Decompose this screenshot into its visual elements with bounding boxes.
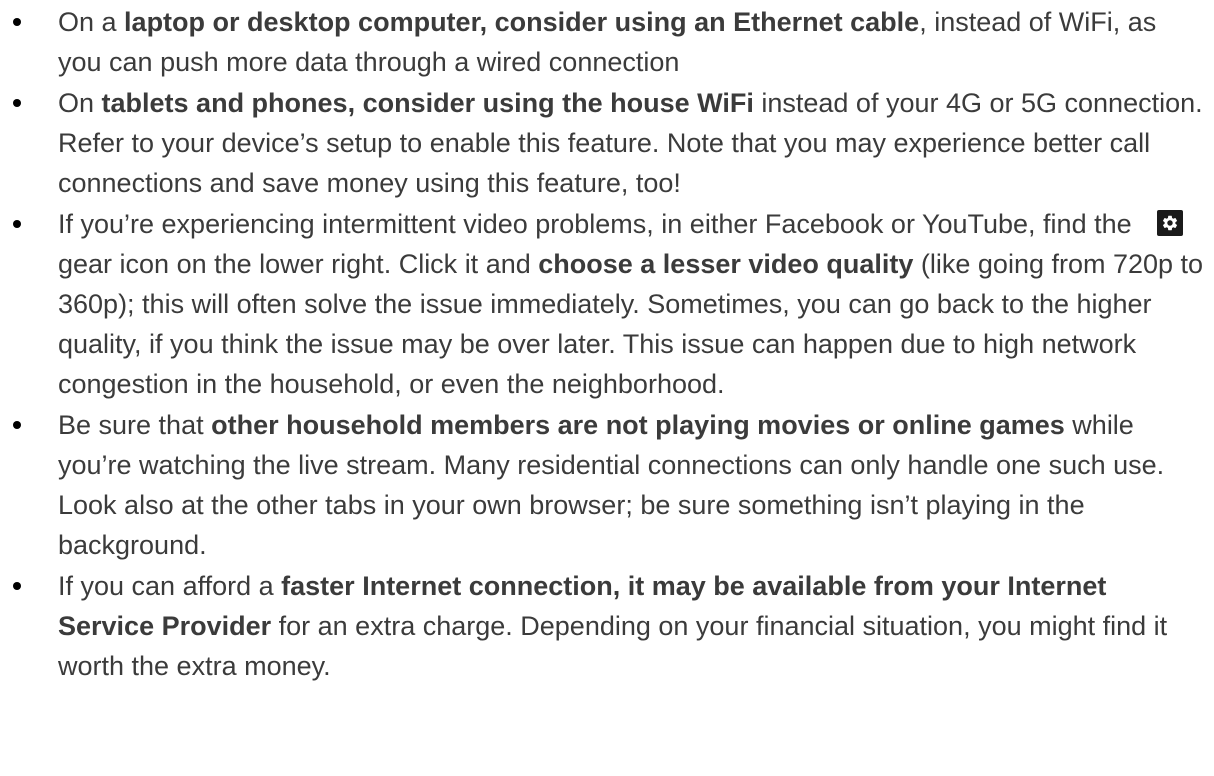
text-run: On (58, 88, 102, 118)
text-run: On a (58, 7, 125, 37)
list-item-text: Be sure that other household members are… (58, 405, 1204, 565)
bullet-dot-icon (13, 421, 21, 429)
bullet-dot-icon (13, 18, 21, 26)
tips-bullet-list: On a laptop or desktop computer, conside… (0, 0, 1214, 686)
gear-icon (1156, 210, 1183, 236)
bold-text-run: choose a lesser video quality (538, 249, 914, 279)
bullet-dot-icon (13, 582, 21, 590)
text-run: gear icon on the lower right. Click it a… (58, 249, 539, 279)
bullet-dot-icon (13, 220, 21, 228)
list-item-text: If you can afford a faster Internet conn… (58, 566, 1204, 686)
list-item-text: On a laptop or desktop computer, conside… (58, 2, 1204, 82)
list-item-text: If you’re experiencing intermittent vide… (58, 204, 1204, 404)
text-run: If you’re experiencing intermittent vide… (58, 209, 1132, 239)
bold-text-run: other household members are not playing … (211, 410, 1065, 440)
list-item-faster-connection-tip: If you can afford a faster Internet conn… (0, 566, 1214, 686)
list-item-wifi-tip: On tablets and phones, consider using th… (0, 83, 1214, 203)
text-run: If you can afford a (58, 571, 282, 601)
document-page: On a laptop or desktop computer, conside… (0, 0, 1214, 776)
gear-icon-glyph (1162, 215, 1177, 231)
bullet-dot-icon (13, 99, 21, 107)
text-run: Be sure that (58, 410, 212, 440)
list-item-ethernet-tip: On a laptop or desktop computer, conside… (0, 2, 1214, 82)
list-item-text: On tablets and phones, consider using th… (58, 83, 1204, 203)
bold-text-run: tablets and phones, consider using the h… (101, 88, 754, 118)
bold-text-run: laptop or desktop computer, consider usi… (124, 7, 920, 37)
list-item-video-quality-tip: If you’re experiencing intermittent vide… (0, 204, 1214, 404)
list-item-household-usage-tip: Be sure that other household members are… (0, 405, 1214, 565)
